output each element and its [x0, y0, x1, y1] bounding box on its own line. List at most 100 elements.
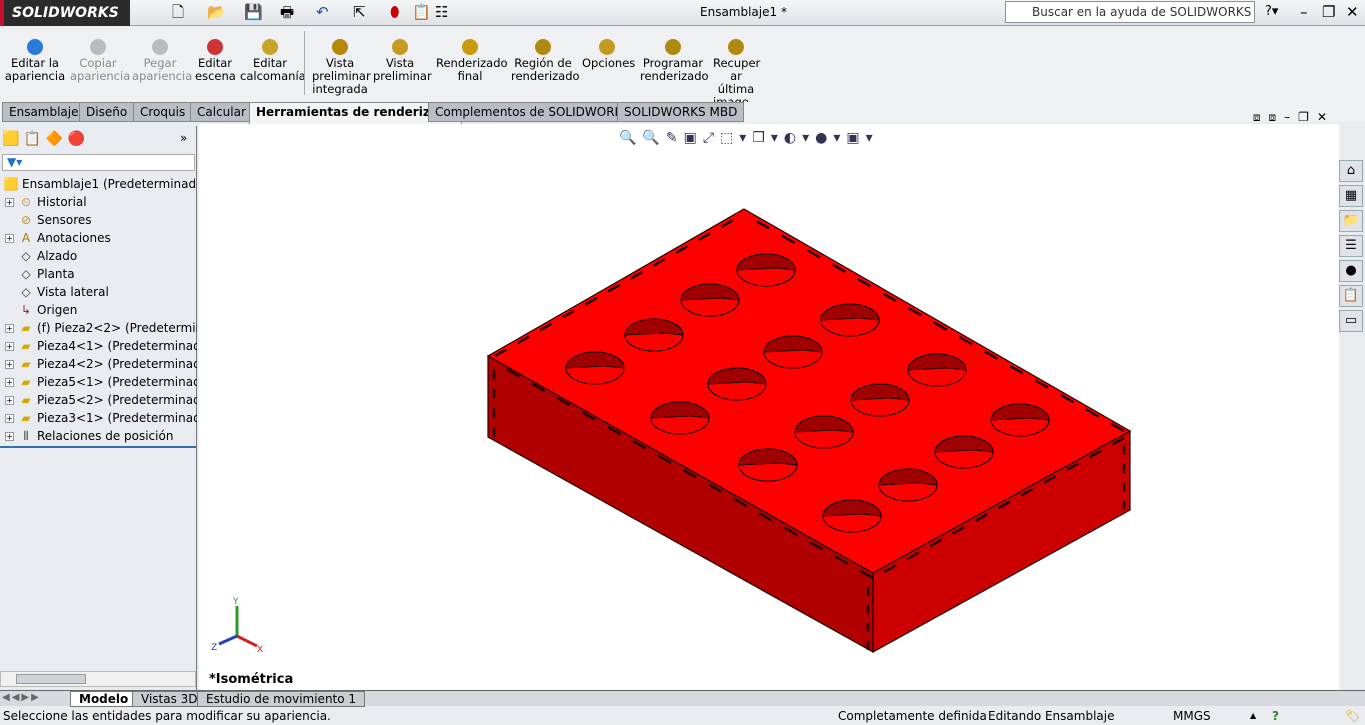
tree-item[interactable]: + ▰ Pieza5<2> (Predeterminado<: [0, 391, 197, 409]
help-icon[interactable]: ?▾: [1265, 3, 1278, 21]
ribbon-button-12[interactable]: Recuper ar última image...: [713, 39, 760, 109]
select-icon[interactable]: ⇱: [353, 3, 366, 21]
custom-properties-icon[interactable]: 📋: [1339, 285, 1363, 307]
tag-icon[interactable]: 🏷: [1345, 707, 1360, 725]
ribbon-button-8[interactable]: Renderizado final: [436, 39, 508, 83]
tab-2[interactable]: Diseño: [79, 102, 135, 122]
tree-item[interactable]: ◇ Planta: [0, 265, 197, 283]
expand-icon[interactable]: +: [5, 324, 14, 333]
ribbon-label: Vista preliminar: [373, 56, 432, 83]
ribbon-button-2[interactable]: Copiar apariencia: [70, 39, 130, 83]
plane-icon: ◇: [21, 267, 31, 281]
undo-icon[interactable]: ↶: [316, 3, 329, 21]
graphics-area[interactable]: 🔍🔍✎▣⤢⬚▾❒▾◐▾●▾▣▾ ⧈⧈–❐✕ *Isométrica Y X Z: [199, 110, 1339, 691]
ribbon-button-7[interactable]: Vista preliminar: [373, 39, 432, 83]
open-icon[interactable]: 📂: [207, 3, 226, 21]
file-properties-icon[interactable]: 📋: [412, 3, 431, 21]
ribbon-button-3[interactable]: Pegar apariencia: [132, 39, 192, 83]
tab-6[interactable]: Complementos de SOLIDWORKS: [428, 102, 638, 122]
svg-text:Z: Z: [211, 643, 217, 653]
expand-icon[interactable]: +: [5, 234, 14, 243]
tree-item-label: Relaciones de posición: [37, 429, 174, 443]
expand-icon[interactable]: +: [5, 342, 14, 351]
assembly-icon: 🟨: [3, 177, 19, 191]
ribbon-button-4[interactable]: Editar escena: [195, 39, 236, 83]
bottom-tab-3[interactable]: Estudio de movimiento 1: [197, 691, 366, 707]
ribbon-label: Copiar apariencia: [70, 56, 131, 83]
help-search-input[interactable]: Buscar en la ayuda de SOLIDWORKS: [1005, 1, 1255, 23]
horizontal-scrollbar[interactable]: [0, 671, 196, 687]
expand-icon[interactable]: +: [5, 432, 14, 441]
tree-item[interactable]: ↳ Origen: [0, 301, 197, 319]
filter-icon[interactable]: ▼▾: [2, 154, 195, 171]
tree-item[interactable]: + ⦀ Relaciones de posición: [0, 427, 197, 445]
ribbon-icon: [332, 39, 348, 55]
tree-item[interactable]: + ▰ Pieza5<1> (Predeterminado<: [0, 373, 197, 391]
tree-item[interactable]: + ▰ (f) Pieza2<2> (Predeterminac: [0, 319, 197, 337]
tree-item[interactable]: + A Anotaciones: [0, 229, 197, 247]
appearances-icon[interactable]: ●: [1339, 260, 1363, 282]
expand-icon[interactable]: +: [5, 360, 14, 369]
units-selector[interactable]: MMGS: [1173, 707, 1211, 725]
file-explorer-icon[interactable]: 📁: [1339, 210, 1363, 232]
tree-item-label: Pieza5<2> (Predeterminado<: [37, 393, 197, 407]
panel-tabs[interactable]: 🟨 📋 🔶 🔴: [2, 131, 85, 147]
ribbon-button-9[interactable]: Región de renderizado: [511, 39, 580, 83]
tree-item[interactable]: ◇ Vista lateral: [0, 283, 197, 301]
expand-icon[interactable]: +: [5, 396, 14, 405]
close-button[interactable]: ✕: [1346, 3, 1359, 21]
ribbon-button-6[interactable]: Vista preliminar integrada: [312, 39, 371, 96]
options-icon[interactable]: ☷: [435, 3, 448, 21]
ribbon-button-11[interactable]: Programar renderizado: [640, 39, 709, 83]
design-library-icon[interactable]: ▦: [1339, 185, 1363, 207]
units-up-arrow-icon[interactable]: ▲: [1250, 707, 1256, 725]
assembly-model[interactable]: [199, 124, 1339, 691]
part-icon: ▰: [21, 357, 31, 371]
part-icon: ▰: [21, 393, 31, 407]
ribbon-icon: [262, 39, 278, 55]
tree-item[interactable]: 🟨Ensamblaje1 (Predeterminado<E: [0, 175, 197, 193]
sensor-icon: ⊘: [20, 213, 32, 227]
status-bar: Seleccione las entidades para modificar …: [0, 707, 1365, 725]
viewport-window-controls[interactable]: ⧈⧈–❐✕: [1253, 110, 1335, 125]
tab-4[interactable]: Calcular: [190, 102, 253, 122]
ribbon-button-5[interactable]: Editar calcomanía: [240, 39, 306, 83]
view-palette-icon[interactable]: ☰: [1339, 235, 1363, 257]
restore-button[interactable]: ❐: [1322, 3, 1335, 21]
tree-item[interactable]: ⊘ Sensores: [0, 211, 197, 229]
tab-3[interactable]: Croquis: [133, 102, 193, 122]
tree-item[interactable]: + ▰ Pieza4<2> (Predeterminado<: [0, 355, 197, 373]
ribbon-button-10[interactable]: Opciones: [582, 39, 635, 70]
rollback-bar[interactable]: [0, 446, 196, 448]
ribbon-icon: [599, 39, 615, 55]
ribbon-button-1[interactable]: Editar la apariencia: [4, 39, 66, 83]
expand-icon[interactable]: +: [5, 414, 14, 423]
tab-7[interactable]: SOLIDWORKS MBD: [617, 102, 745, 122]
help-status-icon[interactable]: ?: [1272, 707, 1279, 725]
save-icon[interactable]: 💾: [244, 3, 263, 21]
expand-panel-icon[interactable]: »: [180, 131, 187, 145]
new-document-icon[interactable]: 🗋: [172, 3, 184, 21]
home-icon[interactable]: ⌂: [1339, 160, 1363, 182]
tab-scroll-arrows[interactable]: ◀◀▶▶: [2, 692, 41, 703]
forum-icon[interactable]: ▭: [1339, 310, 1363, 332]
expand-icon[interactable]: +: [5, 378, 14, 387]
print-icon[interactable]: 🖶: [280, 3, 294, 21]
tree-item[interactable]: + ⏲ Historial: [0, 193, 197, 211]
expand-icon[interactable]: +: [5, 198, 14, 207]
rebuild-icon[interactable]: ⬮: [390, 3, 399, 21]
plane-icon: ◇: [21, 285, 31, 299]
bottom-tab-1[interactable]: Modelo: [70, 691, 138, 707]
tree-item[interactable]: + ▰ Pieza3<1> (Predeterminado<: [0, 409, 197, 427]
tree-item[interactable]: + ▰ Pieza4<1> (Predeterminado<: [0, 337, 197, 355]
tab-1[interactable]: Ensamblaje: [2, 102, 86, 122]
tree-item-label: (f) Pieza2<2> (Predeterminac: [37, 321, 197, 335]
ribbon-icon: [665, 39, 681, 55]
ribbon-icon: [728, 39, 744, 55]
ribbon-label: Región de renderizado: [511, 56, 580, 83]
part-icon: ▰: [21, 339, 31, 353]
tree-item-label: Ensamblaje1 (Predeterminado<E: [22, 177, 197, 191]
tree-item[interactable]: ◇ Alzado: [0, 247, 197, 265]
minimize-button[interactable]: –: [1300, 3, 1308, 21]
bottom-tab-2[interactable]: Vistas 3D: [132, 691, 207, 707]
